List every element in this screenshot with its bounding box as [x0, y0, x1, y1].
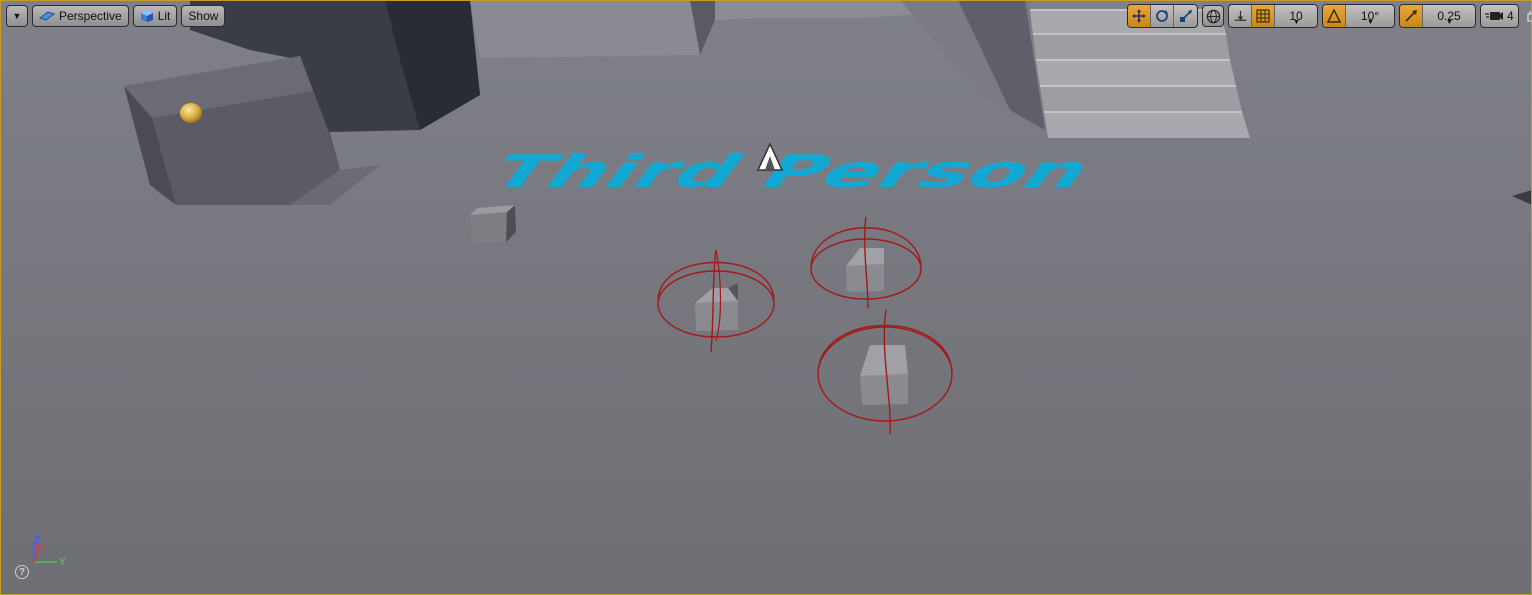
- caret-down-icon: ▼: [1446, 19, 1453, 26]
- viewport-toolbar-right: 10 ▼ 10° ▼ 0.25 ▼ 4: [1127, 4, 1532, 28]
- lit-button[interactable]: Lit: [132, 5, 178, 27]
- maximize-viewport-button[interactable]: [1525, 8, 1532, 24]
- axis-x-label: X: [35, 543, 42, 554]
- scale-snap-toggle[interactable]: [1400, 5, 1423, 27]
- show-label: Show: [188, 9, 219, 23]
- camera-speed-icon: [1485, 12, 1503, 20]
- translate-icon: [1132, 9, 1146, 23]
- scale-mode-button[interactable]: [1174, 5, 1197, 27]
- scale-icon: [1179, 10, 1192, 22]
- perspective-button[interactable]: Perspective: [32, 5, 129, 27]
- scale-snap-value[interactable]: 0.25 ▼: [1423, 5, 1475, 27]
- cube-small: [470, 205, 516, 244]
- grid-snap-value[interactable]: 10 ▼: [1275, 5, 1317, 27]
- translate-mode-button[interactable]: [1128, 5, 1151, 27]
- scale-snap-icon: [1405, 10, 1417, 22]
- stairs: [1030, 9, 1250, 138]
- rotation-snap-value[interactable]: 10° ▼: [1346, 5, 1394, 27]
- show-button[interactable]: Show: [181, 5, 226, 27]
- level-viewport[interactable]: Third Person ▼ Perspective Lit Show 10 ▼…: [0, 0, 1532, 595]
- grid-snap-group: 10 ▼: [1228, 4, 1318, 28]
- scale-snap-group: 0.25 ▼: [1399, 4, 1476, 28]
- camera-speed-value: 4: [1507, 9, 1514, 23]
- wall-block-center: [470, 0, 700, 58]
- caret-down-icon: ▼: [1367, 19, 1374, 26]
- globe-icon: [1206, 9, 1220, 23]
- viewport-toolbar-left: ▼ Perspective Lit Show: [6, 4, 229, 28]
- perspective-label: Perspective: [59, 9, 122, 23]
- lit-cube-icon: [140, 10, 153, 22]
- rotate-mode-button[interactable]: [1151, 5, 1174, 27]
- rotation-snap-toggle[interactable]: [1323, 5, 1346, 27]
- axis-indicator: Z X Y ?: [14, 534, 74, 584]
- restore-window-icon: [1527, 10, 1532, 22]
- lit-label: Lit: [157, 9, 171, 23]
- rotation-snap-group: 10° ▼: [1322, 4, 1395, 28]
- grid-snap-toggle[interactable]: [1252, 5, 1275, 27]
- transform-mode-group: [1127, 4, 1198, 28]
- viewport-options-button[interactable]: ▼: [6, 5, 28, 27]
- caret-down-icon: ▼: [1293, 19, 1300, 26]
- angle-icon: [1327, 9, 1341, 23]
- axis-y-label: Y: [59, 557, 66, 568]
- camera-speed-group[interactable]: 4: [1480, 4, 1519, 28]
- grid-icon: [1256, 9, 1270, 23]
- surface-snap-button[interactable]: [1229, 5, 1252, 27]
- perspective-icon: [39, 11, 55, 21]
- surface-snap-icon: [1234, 10, 1246, 21]
- chevron-down-icon: ▼: [12, 11, 22, 21]
- gold-ball: [180, 103, 202, 123]
- help-icon[interactable]: ?: [15, 565, 29, 579]
- coordinate-system-button[interactable]: [1202, 5, 1224, 27]
- rotate-icon: [1156, 10, 1168, 22]
- floor-text-third-person: Third Person: [476, 145, 1106, 197]
- viewport-scene[interactable]: Third Person: [0, 0, 1532, 595]
